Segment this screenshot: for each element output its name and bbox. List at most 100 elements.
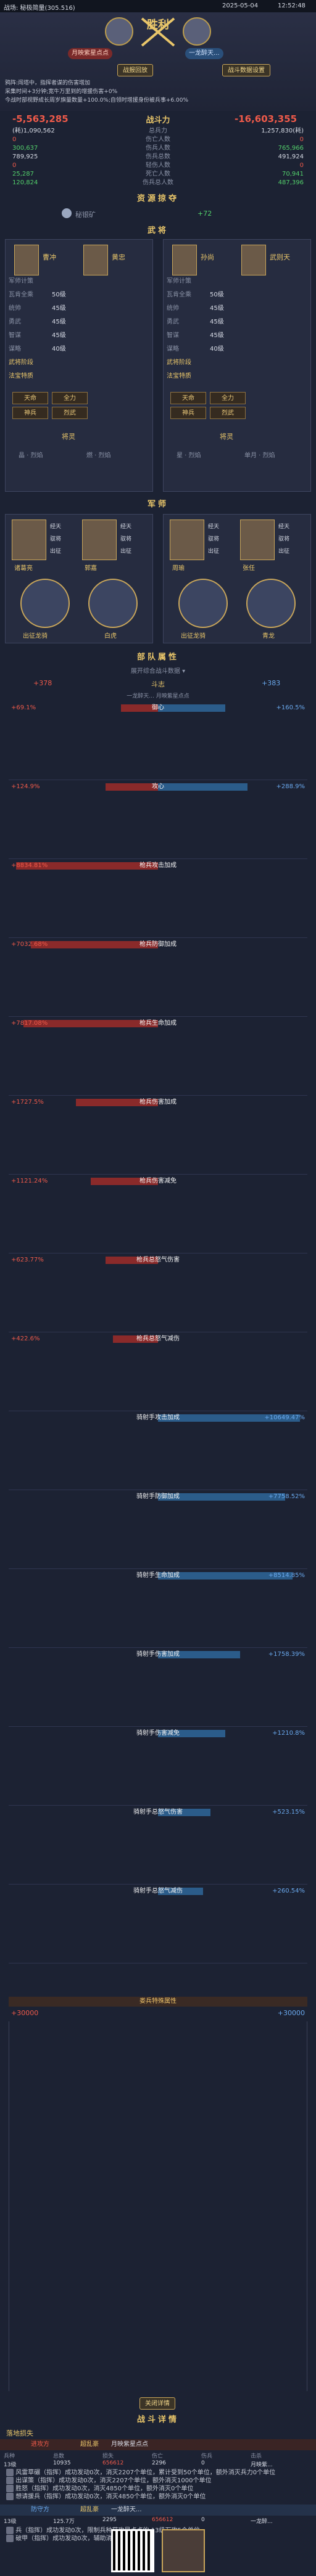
defender-value: +7758.52% xyxy=(268,1493,305,1500)
advisor-skill: 经天 xyxy=(50,524,62,530)
advisor-skill: 经天 xyxy=(120,524,132,530)
advisor-skill: 驭将 xyxy=(120,536,132,542)
stat-label: 军师计策 xyxy=(167,278,191,285)
defender-power: -16,603,355 xyxy=(235,113,297,124)
general-stat-row: 智谋 45级 智谋 45级 xyxy=(9,332,307,345)
skill-badge[interactable]: 天命 xyxy=(170,392,206,404)
defender-logs: 兵（指挥）成功发动0次，限制兵种获攻星点点的 13级万攻5个单位 破甲（指挥）成… xyxy=(6,2527,310,2543)
troop-attr-block: +422.6% 枪兵总怒气减伤 xyxy=(9,1335,307,1411)
attacker-tag: 超乱豪 xyxy=(80,2441,99,2448)
general-name: 武则天 xyxy=(270,253,290,261)
table-cell: 2296 xyxy=(152,2460,166,2466)
stat-label: 武将阶段 xyxy=(9,359,33,366)
stats-settings-button[interactable]: 战斗数据设置 xyxy=(222,64,270,76)
stat-label: 瓦肯全乘 xyxy=(9,291,33,298)
troops-summary[interactable]: 展开综合战斗数据 ▾ xyxy=(0,666,316,675)
skill-badge[interactable]: 神兵 xyxy=(12,407,48,419)
column-header: 兵种 xyxy=(4,2453,15,2460)
attacker-name: 月映紫星点点 xyxy=(68,48,112,59)
defender-value: +160.5% xyxy=(276,704,305,711)
advisor-name: 郭嘉 xyxy=(85,565,97,572)
advisor-portrait[interactable] xyxy=(12,520,46,560)
troop-attr-block: +1727.5% 枪兵伤害加成 xyxy=(9,1098,307,1175)
buff-lines: 鸦阵:闯塔中，指挥者谋的伤害增加 采集时间+3分钟;宽牛万里到的增援伤害+0% … xyxy=(5,79,311,105)
attacker-advisors-card: 诸葛亮 郭嘉 经天 驭将 出征 经天 驭将 出征 出征龙骑 白虎 xyxy=(5,514,153,643)
resource-item: 秘银矿 xyxy=(75,211,96,219)
troops-note: 一龙醉天... 月映紫星点点 xyxy=(127,693,189,699)
troop-attr-bar: 骑射手攻击加成 +10649.47% xyxy=(9,1414,307,1422)
special-title: 娄兵特殊属性 xyxy=(9,1997,307,2007)
skill-badge[interactable]: 全力 xyxy=(210,392,246,404)
attacker-label: 进攻方 xyxy=(31,2441,49,2448)
attr-label: 骑射手攻击加成 xyxy=(136,1414,180,1421)
attr-label: 枪兵攻击加成 xyxy=(139,862,177,869)
column-header: 伤兵 xyxy=(201,2453,213,2460)
power-row: 300,637 伤兵人数 765,966 xyxy=(12,144,304,153)
troops-summary-text: 展开综合战斗数据 xyxy=(130,668,180,675)
general-portrait[interactable] xyxy=(241,245,266,275)
log-line: 风雷草碾（指挥）成功发动0次，消灭2207个单位，累计受到50个单位，额外消灭兵… xyxy=(6,2469,310,2477)
mount-icon[interactable] xyxy=(20,579,70,628)
player-avatar xyxy=(162,2529,205,2572)
skill-badge[interactable]: 天命 xyxy=(12,392,48,404)
attr-label: 枪兵总怒气伤害 xyxy=(136,1257,180,1263)
troop-attr-bar: 骑射手总怒气伤害 +523.15% xyxy=(9,1808,307,1817)
advisor-skill: 经天 xyxy=(208,524,220,530)
beast-icon[interactable] xyxy=(246,579,296,628)
stat-label: 统帅 xyxy=(9,305,21,312)
table-cell: 125.7万 xyxy=(53,2519,75,2525)
attr-label: 骑射手伤害加成 xyxy=(136,1651,180,1658)
attacker-value: +7032.68% xyxy=(11,941,48,948)
defender-avatar[interactable] xyxy=(183,17,211,46)
stat-value: 45级 xyxy=(210,319,224,325)
troop-attr-block: +7032.68% 枪兵防御加成 xyxy=(9,940,307,1017)
power-row-left: 789,925 xyxy=(12,153,38,160)
troop-bars: +69.1% 御心 +160.5% +124.9% 攻心 +288.9% +8834.81%… xyxy=(0,704,316,1998)
attacker-value: +623.77% xyxy=(11,1257,44,1263)
general-portrait[interactable] xyxy=(172,245,197,275)
special-left: +30000 xyxy=(11,2009,39,2017)
details-sub-label: 落地损失 xyxy=(6,2429,33,2437)
advisor-portrait[interactable] xyxy=(170,520,204,560)
troop-attr-bar: +124.9% 攻心 +288.9% xyxy=(9,783,307,791)
power-label: 战斗力 xyxy=(146,116,170,125)
resource-row: 秘银矿 +72 xyxy=(0,207,316,222)
mount-icon[interactable] xyxy=(178,579,228,628)
defender-value: +10649.47% xyxy=(264,1414,305,1421)
stat-label: 智谋 xyxy=(167,332,179,339)
defender-value: +1758.39% xyxy=(268,1651,305,1658)
attacker-value: +1121.24% xyxy=(11,1178,48,1184)
stat-label: 统帅 xyxy=(167,305,179,312)
defender-value: +1210.8% xyxy=(272,1730,305,1737)
spirit-name: 燃 · 烈焰 xyxy=(86,452,111,459)
replay-button[interactable]: 战报回放 xyxy=(117,64,153,76)
power-row-label: 伤兵总数 xyxy=(146,153,170,160)
troop-attr-bar: 骑射手总怒气减伤 +260.54% xyxy=(9,1887,307,1896)
advisor-skill: 出征 xyxy=(50,548,62,555)
attacker-value: +7817.08% xyxy=(11,1020,48,1027)
attr-label: 骑射手伤害减免 xyxy=(136,1730,180,1737)
skill-badge[interactable]: 烈武 xyxy=(52,407,88,419)
column-header: 总数 xyxy=(53,2453,65,2460)
battle-title: 战场: 秘极简量(305.516) xyxy=(4,5,75,12)
general-stat-row: 勇武 45级 勇武 45级 xyxy=(9,318,307,332)
skill-badge[interactable]: 神兵 xyxy=(170,407,206,419)
skill-badge[interactable]: 全力 xyxy=(52,392,88,404)
troop-attr-block: +124.9% 攻心 +288.9% xyxy=(9,783,307,859)
attacker-avatar[interactable] xyxy=(105,17,133,46)
advisor-portrait[interactable] xyxy=(82,520,117,560)
table-cell: 0 xyxy=(201,2460,205,2466)
special-row: +30000 +30000 xyxy=(9,2009,307,2019)
close-detail-button[interactable]: 关闭详情 xyxy=(139,2397,175,2410)
skill-icon xyxy=(6,2527,14,2534)
skill-badge[interactable]: 烈武 xyxy=(210,407,246,419)
general-portrait[interactable] xyxy=(14,245,39,275)
power-panel: -5,563,285 战斗力 -16,603,355 (耗)1,090,562 … xyxy=(0,111,316,191)
power-rows: (耗)1,090,562 总兵力 1,257,830(耗) 0 伤亡人数 0 3… xyxy=(12,127,304,187)
troop-attr-bar: 骑射手伤害减免 +1210.8% xyxy=(9,1729,307,1738)
troop-attr-block: +8834.81% 枪兵攻击加成 xyxy=(9,862,307,938)
advisor-portrait[interactable] xyxy=(240,520,275,560)
attr-label: 枪兵生命加成 xyxy=(139,1020,177,1027)
beast-icon[interactable] xyxy=(88,579,138,628)
general-portrait[interactable] xyxy=(83,245,108,275)
